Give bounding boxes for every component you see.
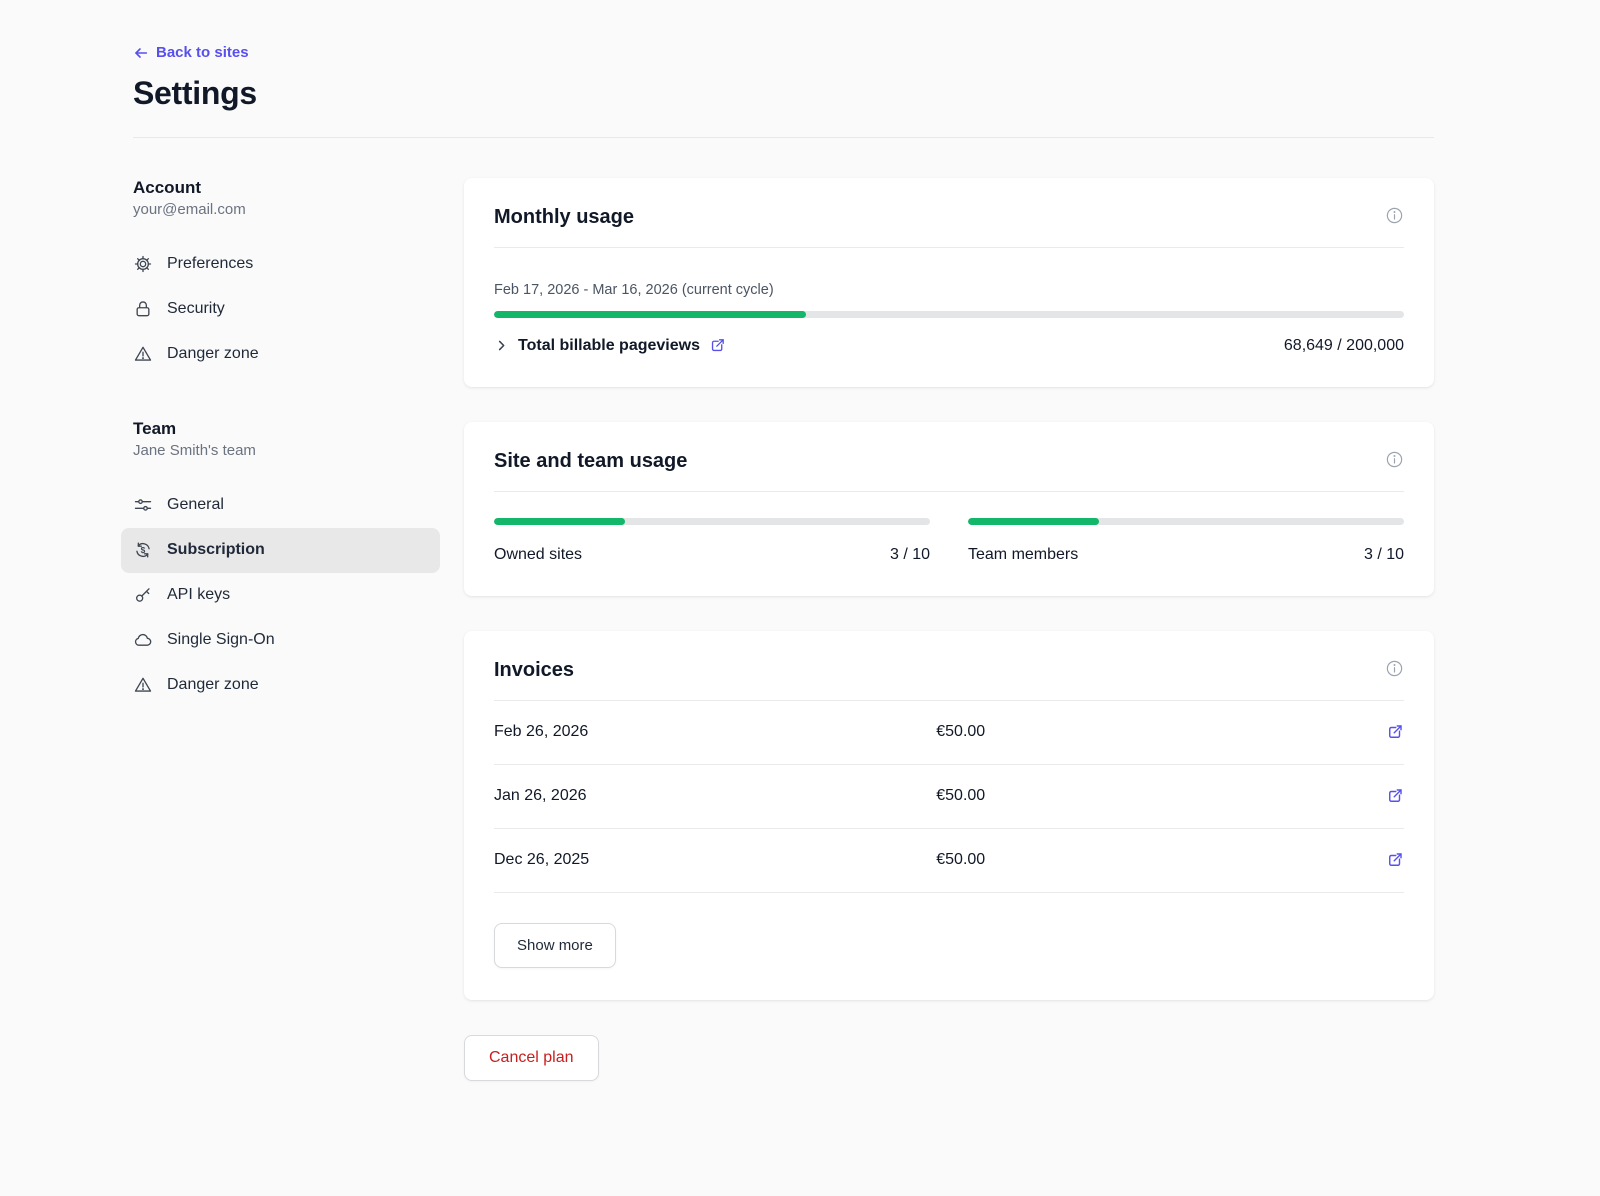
invoices-title: Invoices bbox=[494, 657, 574, 683]
sidebar-item-preferences[interactable]: Preferences bbox=[121, 242, 440, 287]
team-members-label: Team members bbox=[968, 546, 1078, 564]
total-billable-pageviews-toggle[interactable]: Total billable pageviews bbox=[494, 337, 726, 355]
site-team-usage-title: Site and team usage bbox=[494, 448, 687, 474]
card-divider bbox=[494, 247, 1404, 248]
external-link-icon[interactable] bbox=[709, 337, 726, 354]
sidebar-item-label: Single Sign-On bbox=[167, 631, 275, 649]
invoice-amount: €50.00 bbox=[936, 723, 1386, 741]
external-link-icon[interactable] bbox=[1386, 851, 1404, 869]
warning-icon bbox=[133, 344, 153, 364]
team-name: Jane Smith's team bbox=[133, 442, 440, 459]
back-to-sites-link[interactable]: Back to sites bbox=[133, 44, 249, 61]
invoice-amount: €50.00 bbox=[936, 851, 1386, 869]
invoice-date: Jan 26, 2026 bbox=[494, 787, 936, 805]
sidebar-item-general[interactable]: General bbox=[121, 483, 440, 528]
warning-icon bbox=[133, 675, 153, 695]
owned-sites-meter: Owned sites 3 / 10 bbox=[494, 518, 930, 564]
sidebar-item-label: API keys bbox=[167, 586, 230, 604]
sidebar-item-subscription[interactable]: $ Subscription bbox=[121, 528, 440, 573]
info-icon[interactable] bbox=[1385, 206, 1404, 225]
sidebar-item-label: Preferences bbox=[167, 255, 253, 273]
cloud-icon bbox=[133, 630, 153, 650]
team-heading: Team bbox=[133, 419, 440, 439]
external-link-icon[interactable] bbox=[1386, 787, 1404, 805]
site-team-usage-card: Site and team usage Owned sites 3 / 10 bbox=[464, 422, 1434, 596]
sidebar-item-single-sign-on[interactable]: Single Sign-On bbox=[121, 618, 440, 663]
gear-icon bbox=[133, 254, 153, 274]
account-email: your@email.com bbox=[133, 201, 440, 218]
card-divider bbox=[494, 491, 1404, 492]
page-title: Settings bbox=[133, 75, 1434, 112]
info-icon[interactable] bbox=[1385, 450, 1404, 469]
invoice-row: Dec 26, 2025 €50.00 bbox=[494, 829, 1404, 893]
invoice-row: Feb 26, 2026 €50.00 bbox=[494, 701, 1404, 765]
back-to-sites-label: Back to sites bbox=[156, 44, 249, 61]
team-members-meter: Team members 3 / 10 bbox=[968, 518, 1404, 564]
sidebar-item-label: Security bbox=[167, 300, 225, 318]
settings-sidebar: Account your@email.com Preferences Secur… bbox=[133, 178, 440, 708]
owned-sites-progress-fill bbox=[494, 518, 625, 525]
owned-sites-label: Owned sites bbox=[494, 546, 582, 564]
invoice-amount: €50.00 bbox=[936, 787, 1386, 805]
cancel-plan-button[interactable]: Cancel plan bbox=[464, 1035, 599, 1081]
invoices-card: Invoices Feb 26, 2026 €50.00 Jan 26, 202… bbox=[464, 631, 1434, 1000]
external-link-icon[interactable] bbox=[1386, 723, 1404, 741]
monthly-usage-card: Monthly usage Feb 17, 2026 - Mar 16, 202… bbox=[464, 178, 1434, 387]
subscription-settings-main: Monthly usage Feb 17, 2026 - Mar 16, 202… bbox=[464, 178, 1434, 1161]
sidebar-item-team-danger-zone[interactable]: Danger zone bbox=[121, 663, 440, 708]
pageviews-usage-value: 68,649 / 200,000 bbox=[1284, 337, 1404, 355]
settings-page: Back to sites Settings Account your@emai… bbox=[133, 0, 1434, 1161]
billing-cycle-label: Feb 17, 2026 - Mar 16, 2026 (current cyc… bbox=[494, 282, 1404, 298]
sidebar-item-api-keys[interactable]: API keys bbox=[121, 573, 440, 618]
sidebar-item-label: General bbox=[167, 496, 224, 514]
owned-sites-progress-bar bbox=[494, 518, 930, 525]
sidebar-section-account: Account your@email.com Preferences Secur… bbox=[133, 178, 440, 377]
pageviews-progress-bar bbox=[494, 311, 1404, 318]
monthly-usage-title: Monthly usage bbox=[494, 204, 634, 230]
chevron-right-icon bbox=[494, 338, 509, 353]
sidebar-item-label: Subscription bbox=[167, 541, 265, 559]
metric-label: Total billable pageviews bbox=[518, 337, 700, 355]
arrow-left-icon bbox=[133, 45, 149, 61]
key-icon bbox=[133, 585, 153, 605]
svg-text:$: $ bbox=[141, 545, 146, 555]
sidebar-item-security[interactable]: Security bbox=[121, 287, 440, 332]
invoice-date: Dec 26, 2025 bbox=[494, 851, 936, 869]
team-members-progress-fill bbox=[968, 518, 1099, 525]
lock-icon bbox=[133, 299, 153, 319]
sidebar-item-label: Danger zone bbox=[167, 676, 259, 694]
team-members-value: 3 / 10 bbox=[1364, 546, 1404, 564]
owned-sites-value: 3 / 10 bbox=[890, 546, 930, 564]
pageviews-progress-fill bbox=[494, 311, 806, 318]
currency-refresh-icon: $ bbox=[133, 540, 153, 560]
sidebar-item-account-danger-zone[interactable]: Danger zone bbox=[121, 332, 440, 377]
info-icon[interactable] bbox=[1385, 659, 1404, 678]
invoice-date: Feb 26, 2026 bbox=[494, 723, 936, 741]
sliders-icon bbox=[133, 495, 153, 515]
show-more-button[interactable]: Show more bbox=[494, 923, 616, 968]
team-members-progress-bar bbox=[968, 518, 1404, 525]
invoice-row: Jan 26, 2026 €50.00 bbox=[494, 765, 1404, 829]
sidebar-section-team: Team Jane Smith's team General $ Subscri… bbox=[133, 419, 440, 708]
sidebar-item-label: Danger zone bbox=[167, 345, 259, 363]
account-heading: Account bbox=[133, 178, 440, 198]
